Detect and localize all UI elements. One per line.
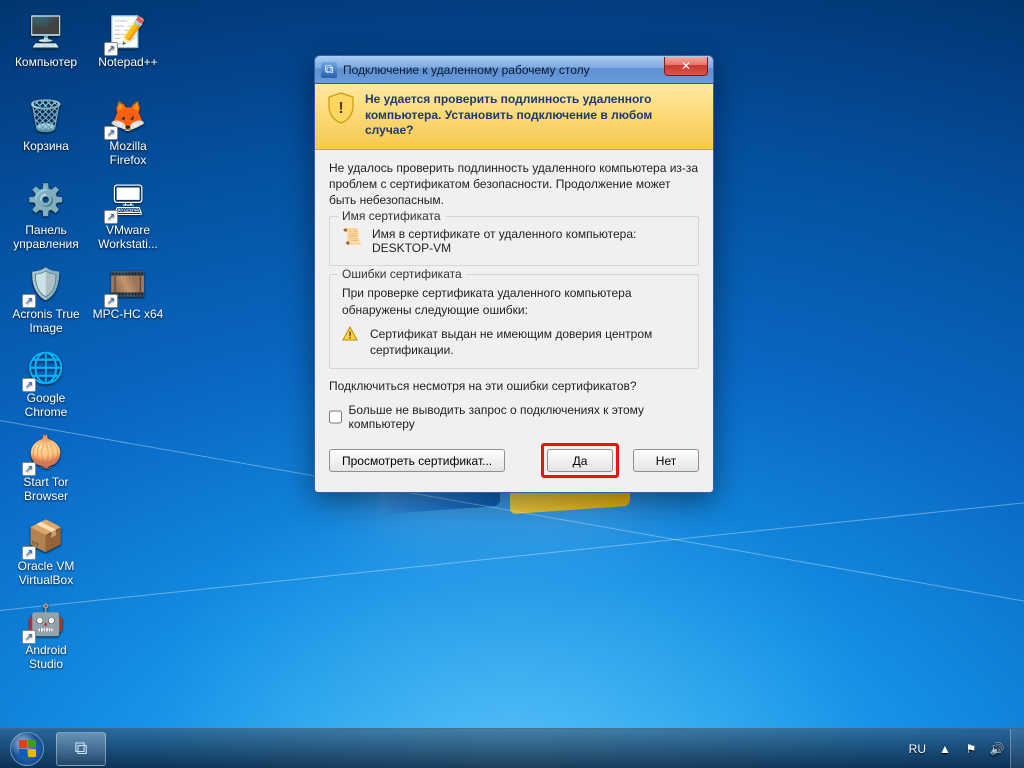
cert-caption: Имя в сертификате от удаленного компьюте…	[372, 227, 636, 241]
dont-ask-again-label: Больше не выводить запрос о подключениях…	[348, 403, 699, 431]
desktop-icon[interactable]: 🦊↗Mozilla Firefox	[90, 90, 166, 174]
svg-text:!: !	[348, 330, 351, 341]
app-icon: 📝↗	[106, 10, 150, 54]
desktop-icon[interactable]: 🌐↗Google Chrome	[8, 342, 84, 426]
shortcut-arrow-icon: ↗	[104, 294, 118, 308]
app-icon: 🛡️↗	[24, 262, 68, 306]
error-item: Сертификат выдан не имеющим доверия цент…	[370, 326, 686, 358]
taskbar: ⧉ RU ▲ ⚑ 🔊	[0, 728, 1024, 768]
svg-text:!: !	[338, 100, 343, 117]
desktop-icon[interactable]: 🗑️ Корзина	[8, 90, 84, 174]
cert-name-value: DESKTOP-VM	[372, 241, 636, 255]
shortcut-arrow-icon: ↗	[22, 462, 36, 476]
volume-icon[interactable]: 🔊	[990, 742, 1004, 756]
desktop-icon-label: Корзина	[23, 140, 69, 154]
taskbar-item-rdp[interactable]: ⧉	[56, 732, 106, 766]
shortcut-arrow-icon: ↗	[22, 294, 36, 308]
group-legend: Имя сертификата	[338, 209, 445, 223]
desktop-icon-label: Notepad++	[98, 56, 157, 70]
shortcut-arrow-icon: ↗	[22, 378, 36, 392]
yes-button[interactable]: Да	[547, 449, 613, 472]
desktop-icon-label: Компьютер	[15, 56, 77, 70]
desktop-icon-label: MPC-HC x64	[93, 308, 164, 322]
connect-anyway-question: Подключиться несмотря на эти ошибки серт…	[329, 379, 699, 393]
desktop-icon-label: Oracle VM VirtualBox	[9, 560, 83, 588]
app-icon: 🗑️	[24, 94, 68, 138]
group-legend: Ошибки сертификата	[338, 267, 466, 281]
language-indicator[interactable]: RU	[909, 742, 926, 756]
desktop-icon[interactable]: 🛡️↗Acronis True Image	[8, 258, 84, 342]
rdp-icon: ⧉	[321, 62, 337, 78]
certificate-name-group: Имя сертификата 📜 Имя в сертификате от у…	[329, 216, 699, 266]
shortcut-arrow-icon: ↗	[22, 630, 36, 644]
yes-button-highlight: Да	[541, 443, 619, 478]
app-icon: 🌐↗	[24, 346, 68, 390]
start-button[interactable]	[0, 729, 54, 768]
app-icon: 📦↗	[24, 514, 68, 558]
view-certificate-button[interactable]: Просмотреть сертификат...	[329, 449, 505, 472]
shortcut-arrow-icon: ↗	[22, 546, 36, 560]
app-icon: ⚙️	[24, 178, 68, 222]
shortcut-arrow-icon: ↗	[104, 126, 118, 140]
windows-logo-icon	[10, 732, 44, 766]
desktop-icons: 🖥️Компьютер🗑️Корзина⚙️Панель управления🛡…	[8, 6, 166, 678]
desktop-icon[interactable]: 🖥↗VMware Workstati...	[90, 174, 166, 258]
certificate-icon: 📜	[342, 227, 362, 247]
tray-overflow-icon[interactable]: ▲	[938, 742, 952, 756]
dialog-titlebar[interactable]: ⧉ Подключение к удаленному рабочему стол…	[315, 56, 713, 84]
desktop-icon-label: VMware Workstati...	[91, 224, 165, 252]
app-icon: 🦊↗	[106, 94, 150, 138]
action-center-icon[interactable]: ⚑	[964, 742, 978, 756]
app-icon: 🖥↗	[106, 178, 150, 222]
desktop-icon-label: Start Tor Browser	[9, 476, 83, 504]
dialog-title: Подключение к удаленному рабочему столу	[343, 63, 664, 77]
desktop: 🖥️Компьютер🗑️Корзина⚙️Панель управления🛡…	[0, 0, 1024, 768]
desktop-icon[interactable]: 📦↗Oracle VM VirtualBox	[8, 510, 84, 594]
dont-ask-again-checkbox[interactable]	[329, 410, 342, 424]
desktop-icon[interactable]: 🎞️↗ MPC-HC x64	[90, 258, 166, 342]
system-tray: RU ▲ ⚑ 🔊	[909, 742, 1010, 756]
desktop-icon[interactable]: 📝↗ Notepad++	[90, 6, 166, 90]
desktop-icon-label: Android Studio	[9, 644, 83, 672]
shortcut-arrow-icon: ↗	[104, 42, 118, 56]
desktop-icon-label: Панель управления	[9, 224, 83, 252]
shortcut-arrow-icon: ↗	[104, 210, 118, 224]
warning-text: Не удается проверить подлинность удаленн…	[365, 92, 701, 139]
dialog-footer: Просмотреть сертификат... Да Нет	[329, 443, 699, 478]
rdp-certificate-warning-dialog: ⧉ Подключение к удаленному рабочему стол…	[314, 55, 714, 493]
warning-banner: ! Не удается проверить подлинность удале…	[315, 84, 713, 150]
shield-warning-icon: !	[327, 92, 355, 124]
errors-intro: При проверке сертификата удаленного комп…	[342, 285, 686, 317]
desktop-icon[interactable]: 🧅↗Start Tor Browser	[8, 426, 84, 510]
app-icon: 🎞️↗	[106, 262, 150, 306]
desktop-icon[interactable]: 🖥️ Компьютер	[8, 6, 84, 90]
show-desktop-button[interactable]	[1010, 729, 1024, 768]
dont-ask-again-row: Больше не выводить запрос о подключениях…	[329, 403, 699, 431]
desktop-icon[interactable]: 🤖↗Android Studio	[8, 594, 84, 678]
no-button[interactable]: Нет	[633, 449, 699, 472]
app-icon: 🤖↗	[24, 598, 68, 642]
desktop-icon-label: Acronis True Image	[9, 308, 83, 336]
rdp-icon: ⧉	[75, 738, 88, 759]
certificate-errors-group: Ошибки сертификата При проверке сертифик…	[329, 274, 699, 369]
close-button[interactable]: ✕	[664, 57, 708, 76]
close-icon: ✕	[681, 59, 691, 73]
app-icon: 🖥️	[24, 10, 68, 54]
desktop-icon-label: Google Chrome	[9, 392, 83, 420]
lead-paragraph: Не удалось проверить подлинность удаленн…	[329, 160, 699, 209]
warning-triangle-icon: !	[342, 326, 360, 345]
desktop-icon[interactable]: ⚙️Панель управления	[8, 174, 84, 258]
app-icon: 🧅↗	[24, 430, 68, 474]
dialog-body: Не удалось проверить подлинность удаленн…	[315, 150, 713, 492]
desktop-icon-label: Mozilla Firefox	[91, 140, 165, 168]
